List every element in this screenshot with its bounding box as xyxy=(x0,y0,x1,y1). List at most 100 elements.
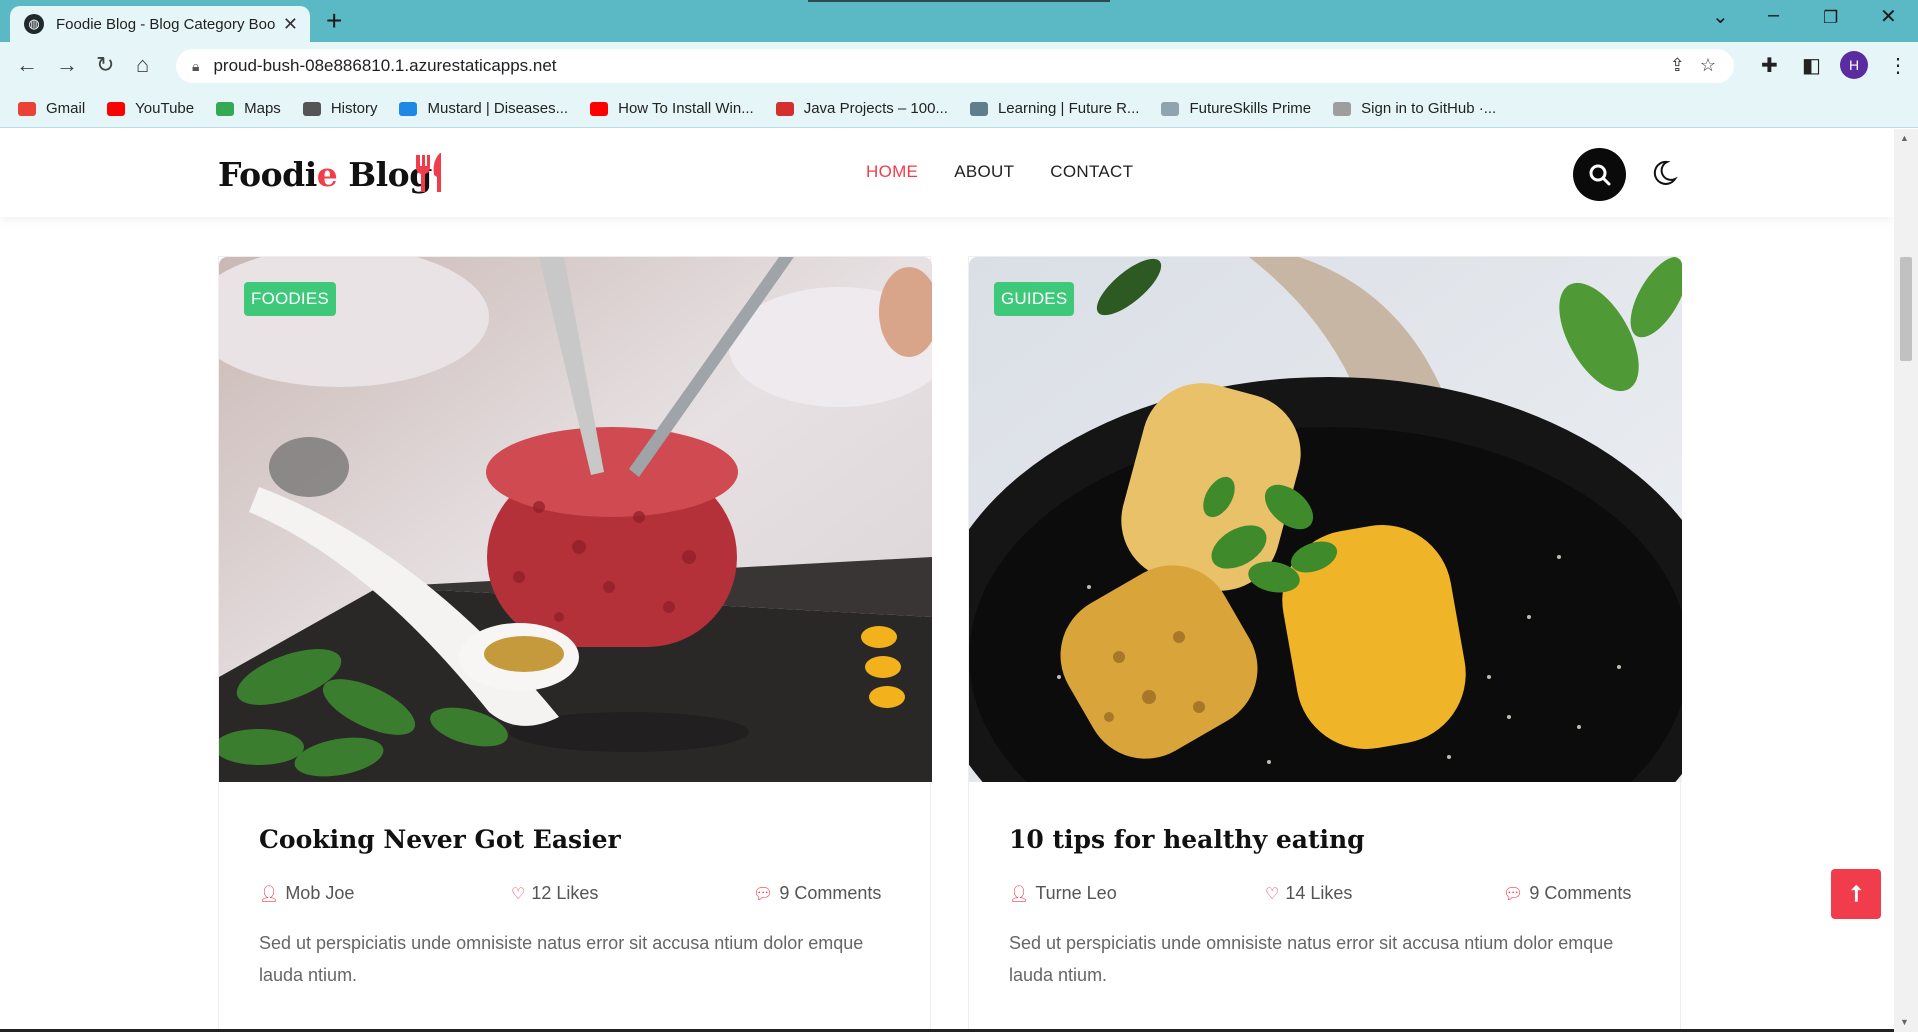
user-icon: 👤︎ xyxy=(1009,885,1030,903)
tab-strip-indicator xyxy=(808,0,1110,2)
minimize-icon[interactable]: – xyxy=(1768,4,1779,27)
window-close-icon[interactable]: ✕ xyxy=(1880,4,1897,29)
comment-icon: 💬︎ xyxy=(753,885,774,903)
scrollbar-thumb[interactable] xyxy=(1900,257,1912,361)
web-page: Foodie Blog HOME ABOUT CONTACT FOODIES C… xyxy=(0,129,1918,1032)
post-image-tartare[interactable]: FOODIES xyxy=(219,257,932,782)
search-icon xyxy=(1589,164,1610,185)
bookmark-label: YouTube xyxy=(135,100,195,117)
bookmark-label: Mustard | Diseases... xyxy=(427,100,569,117)
post-title[interactable]: Cooking Never Got Easier xyxy=(259,825,621,854)
java-projects-icon xyxy=(775,101,794,116)
history-icon xyxy=(302,101,321,116)
site-logo[interactable]: Foodie Blog xyxy=(218,155,432,194)
logo-text-main: Foodi xyxy=(218,155,317,194)
logo-text-accent: e xyxy=(316,155,338,194)
bookmark-label: History xyxy=(330,100,378,117)
nav-link-contact[interactable]: CONTACT xyxy=(1050,162,1133,182)
bookmark-item[interactable]: FutureSkills Prime xyxy=(1161,100,1311,117)
category-badge[interactable]: GUIDES xyxy=(994,282,1075,316)
maps-icon xyxy=(216,101,235,116)
bookmark-label: Learning | Future R... xyxy=(997,100,1140,117)
futureskills-icon xyxy=(1161,101,1180,116)
tab-search-icon[interactable]: ⌄ xyxy=(1712,4,1729,29)
bookmarks-bar: Gmail YouTube Maps History Mustard | Disease… xyxy=(0,90,1918,128)
share-star-icons[interactable]: ⇪ ☆ xyxy=(1670,55,1716,76)
browser-toolbar: ← → ↻ ⌂ 🔒︎ proud-bush-08e886810.1.azures… xyxy=(0,42,1918,90)
author-name: Mob Joe xyxy=(285,883,355,903)
author-name: Turne Leo xyxy=(1035,883,1117,903)
comment-icon: 💬︎ xyxy=(1503,885,1524,903)
bookmark-label: Gmail xyxy=(46,100,86,117)
main-nav: HOME ABOUT CONTACT xyxy=(866,162,1133,182)
url-text: proud-bush-08e886810.1.azurestaticapps.n… xyxy=(213,56,557,75)
forward-arrow-icon[interactable]: → xyxy=(56,52,78,78)
bookmark-label: Maps xyxy=(244,100,281,117)
bookmark-item[interactable]: History xyxy=(302,100,378,117)
lock-icon[interactable]: 🔒︎ xyxy=(192,58,199,75)
post-author[interactable]: 👤︎ Mob Joe xyxy=(259,883,354,904)
post-comments[interactable]: 💬︎ 9 Comments xyxy=(753,883,881,904)
likes-count: 14 Likes xyxy=(1285,883,1353,903)
bookmark-item[interactable]: Sign in to GitHub ·... xyxy=(1333,100,1496,117)
globe-icon: ◍ xyxy=(24,14,44,34)
comments-count: 9 Comments xyxy=(779,883,882,903)
post-likes[interactable]: ♡ 12 Likes xyxy=(511,883,598,904)
post-author[interactable]: 👤︎ Turne Leo xyxy=(1009,883,1117,904)
heart-icon: ♡ xyxy=(1265,885,1280,903)
post-comments[interactable]: 💬︎ 9 Comments xyxy=(1503,883,1631,904)
youtube-icon xyxy=(590,101,609,116)
github-icon xyxy=(1333,101,1352,116)
back-to-top-button[interactable]: ⭡ xyxy=(1831,869,1881,919)
bookmark-item[interactable]: How To Install Win... xyxy=(590,100,754,117)
moon-icon[interactable] xyxy=(1648,158,1678,188)
bookmark-label: Java Projects – 100... xyxy=(803,100,948,117)
search-button[interactable] xyxy=(1573,148,1626,201)
user-icon: 👤︎ xyxy=(259,885,280,903)
bookmark-label: Sign in to GitHub ·... xyxy=(1361,100,1497,117)
post-card[interactable]: GUIDES 10 tips for healthy eating 👤︎ Tur… xyxy=(968,256,1682,1032)
back-arrow-icon[interactable]: ← xyxy=(16,52,38,78)
bookmark-item[interactable]: YouTube xyxy=(107,100,194,117)
bookmark-item[interactable]: Mustard | Diseases... xyxy=(399,100,568,117)
menu-kebab-icon[interactable]: ⋮ xyxy=(1888,53,1908,78)
category-badge[interactable]: FOODIES xyxy=(244,282,336,316)
reload-icon[interactable]: ↻ xyxy=(96,52,114,78)
bookmark-label: FutureSkills Prime xyxy=(1189,100,1312,117)
restore-icon[interactable]: ❐ xyxy=(1823,8,1838,28)
close-tab-icon[interactable]: ✕ xyxy=(283,14,298,35)
learning-icon xyxy=(969,101,988,116)
post-card[interactable]: FOODIES Cooking Never Got Easier 👤︎ Mob … xyxy=(218,256,932,1032)
nav-link-home[interactable]: HOME xyxy=(866,162,918,182)
scroll-down-arrow-icon[interactable]: ▼ xyxy=(1900,1017,1909,1027)
post-title[interactable]: 10 tips for healthy eating xyxy=(1009,825,1365,854)
scroll-up-arrow-icon[interactable]: ▲ xyxy=(1900,133,1909,143)
likes-count: 12 Likes xyxy=(531,883,599,903)
profile-avatar[interactable]: H xyxy=(1840,51,1868,79)
post-likes[interactable]: ♡ 14 Likes xyxy=(1265,883,1352,904)
site-header: Foodie Blog HOME ABOUT CONTACT xyxy=(0,129,1894,217)
bookmark-item[interactable]: Learning | Future R... xyxy=(969,100,1140,117)
bookmark-item[interactable]: Java Projects – 100... xyxy=(775,100,948,117)
mustard-icon xyxy=(399,101,418,116)
bookmark-label: How To Install Win... xyxy=(618,100,754,117)
fork-knife-icon xyxy=(416,153,441,192)
home-icon[interactable]: ⌂ xyxy=(136,52,149,78)
bookmark-item[interactable]: Maps xyxy=(216,100,281,117)
browser-tab[interactable]: ◍ Foodie Blog - Blog Category Boo ✕ xyxy=(10,6,310,42)
tab-title: Foodie Blog - Blog Category Boo xyxy=(56,15,275,33)
address-bar[interactable]: 🔒︎ proud-bush-08e886810.1.azurestaticapp… xyxy=(176,49,1734,83)
browser-tab-strip: ◍ Foodie Blog - Blog Category Boo ✕ + ⌄ … xyxy=(0,0,1918,42)
side-panel-icon[interactable]: ◧ xyxy=(1802,53,1821,78)
bookmark-item[interactable]: Gmail xyxy=(18,100,85,117)
extensions-icon[interactable]: ✚ xyxy=(1761,53,1778,78)
new-tab-button[interactable]: + xyxy=(326,6,342,36)
post-excerpt: Sed ut perspiciatis unde omnisiste natus… xyxy=(259,933,864,985)
nav-link-about[interactable]: ABOUT xyxy=(954,162,1014,182)
comments-count: 9 Comments xyxy=(1529,883,1632,903)
youtube-icon xyxy=(107,101,126,116)
post-image-corn[interactable]: GUIDES xyxy=(969,257,1682,782)
page-scrollbar[interactable]: ▲ ▼ xyxy=(1894,129,1918,1032)
post-excerpt: Sed ut perspiciatis unde omnisiste natus… xyxy=(1009,933,1614,985)
heart-icon: ♡ xyxy=(511,885,526,903)
